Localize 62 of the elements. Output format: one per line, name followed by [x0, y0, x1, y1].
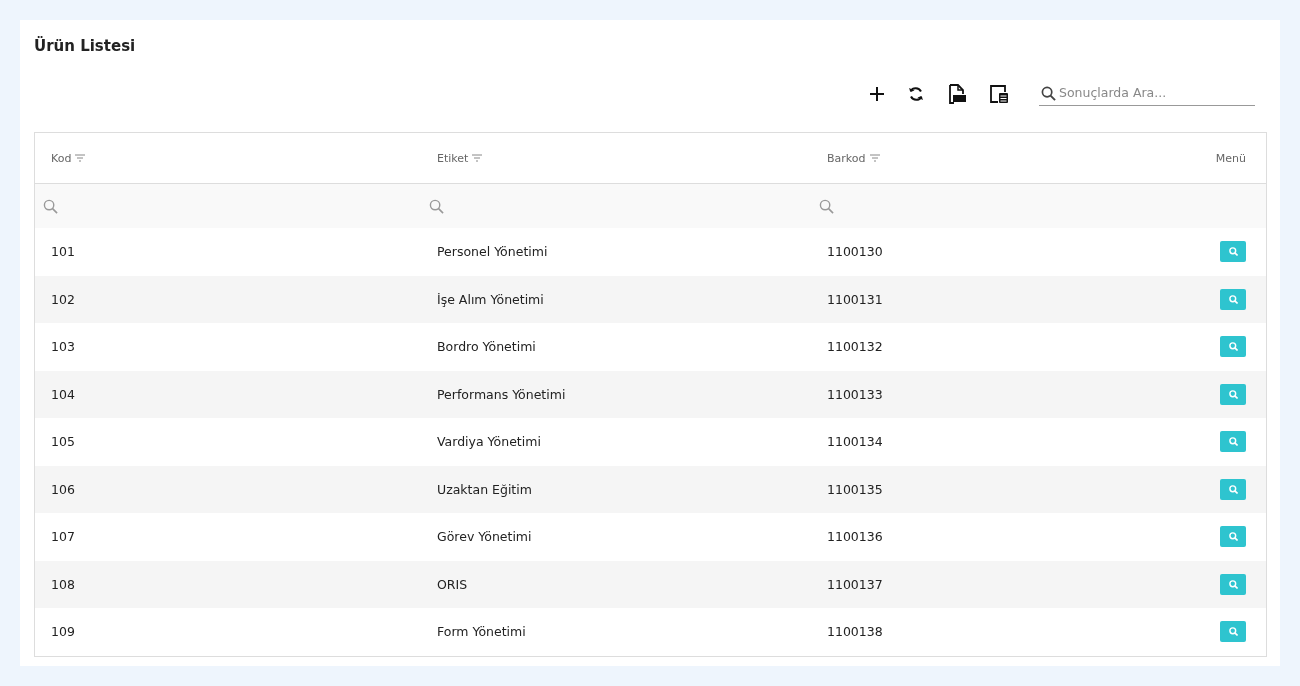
search-icon — [819, 198, 834, 214]
filter-icon[interactable] — [472, 154, 483, 162]
search-icon — [429, 198, 444, 214]
table-cell: Vardiya Yönetimi — [437, 434, 541, 450]
plus-icon — [869, 86, 885, 102]
column-header[interactable]: Etiket — [437, 151, 469, 165]
table-cell: İşe Alım Yönetimi — [437, 291, 544, 307]
document-list-icon — [989, 84, 1009, 104]
table-cell: 107 — [51, 529, 75, 545]
table-cell: Görev Yönetimi — [437, 529, 532, 545]
view-button[interactable] — [1220, 383, 1246, 405]
zoom-icon — [1228, 294, 1238, 304]
table-cell: 1100138 — [827, 624, 883, 640]
search-icon — [43, 198, 58, 214]
refresh-icon — [907, 85, 925, 103]
view-button[interactable] — [1220, 241, 1246, 263]
table-cell: 106 — [51, 481, 75, 497]
filter-icon[interactable] — [75, 154, 86, 162]
table-cell: Uzaktan Eğitim — [437, 481, 532, 497]
view-button[interactable] — [1220, 526, 1246, 548]
table-cell: Personel Yönetimi — [437, 244, 548, 260]
zoom-icon — [1228, 627, 1238, 637]
column-header[interactable]: Barkod — [827, 151, 866, 165]
table-cell: 1100132 — [827, 339, 883, 355]
zoom-icon — [1228, 342, 1238, 352]
spreadsheet-file-icon — [947, 84, 967, 104]
table-cell: 101 — [51, 244, 75, 260]
table-cell: 103 — [51, 339, 75, 355]
zoom-icon — [1228, 247, 1238, 257]
table-cell: Form Yönetimi — [437, 624, 526, 640]
table-cell: Bordro Yönetimi — [437, 339, 536, 355]
column-header[interactable]: Kod — [51, 151, 72, 165]
view-button[interactable] — [1220, 621, 1246, 643]
table-cell: ORIS — [437, 576, 468, 592]
zoom-icon — [1228, 389, 1238, 399]
table-cell: 108 — [51, 576, 75, 592]
view-button[interactable] — [1220, 573, 1246, 595]
table-cell: 1100133 — [827, 386, 883, 402]
columns-button[interactable] — [987, 82, 1011, 106]
zoom-icon — [1228, 532, 1238, 542]
page-title: Ürün Listesi — [34, 35, 137, 57]
column-header: Menü — [1215, 151, 1246, 165]
filter-icon[interactable] — [869, 154, 880, 162]
view-button[interactable] — [1220, 288, 1246, 310]
table-cell: Performans Yönetimi — [437, 386, 566, 402]
zoom-icon — [1228, 484, 1238, 494]
table-cell: 109 — [51, 624, 75, 640]
table-cell: 1100136 — [827, 529, 883, 545]
table-cell: 1100130 — [827, 244, 883, 260]
table-cell: 1100137 — [827, 576, 883, 592]
table-cell: 1100131 — [827, 291, 883, 307]
view-button[interactable] — [1220, 478, 1246, 500]
table-cell: 105 — [51, 434, 75, 450]
view-button[interactable] — [1220, 336, 1246, 358]
view-button[interactable] — [1220, 431, 1246, 453]
table-cell: 1100135 — [827, 481, 883, 497]
add-button[interactable] — [867, 84, 887, 104]
table-cell: 1100134 — [827, 434, 883, 450]
zoom-icon — [1228, 437, 1238, 447]
table-cell: 102 — [51, 291, 75, 307]
zoom-icon — [1228, 579, 1238, 589]
table-cell: 104 — [51, 386, 75, 402]
